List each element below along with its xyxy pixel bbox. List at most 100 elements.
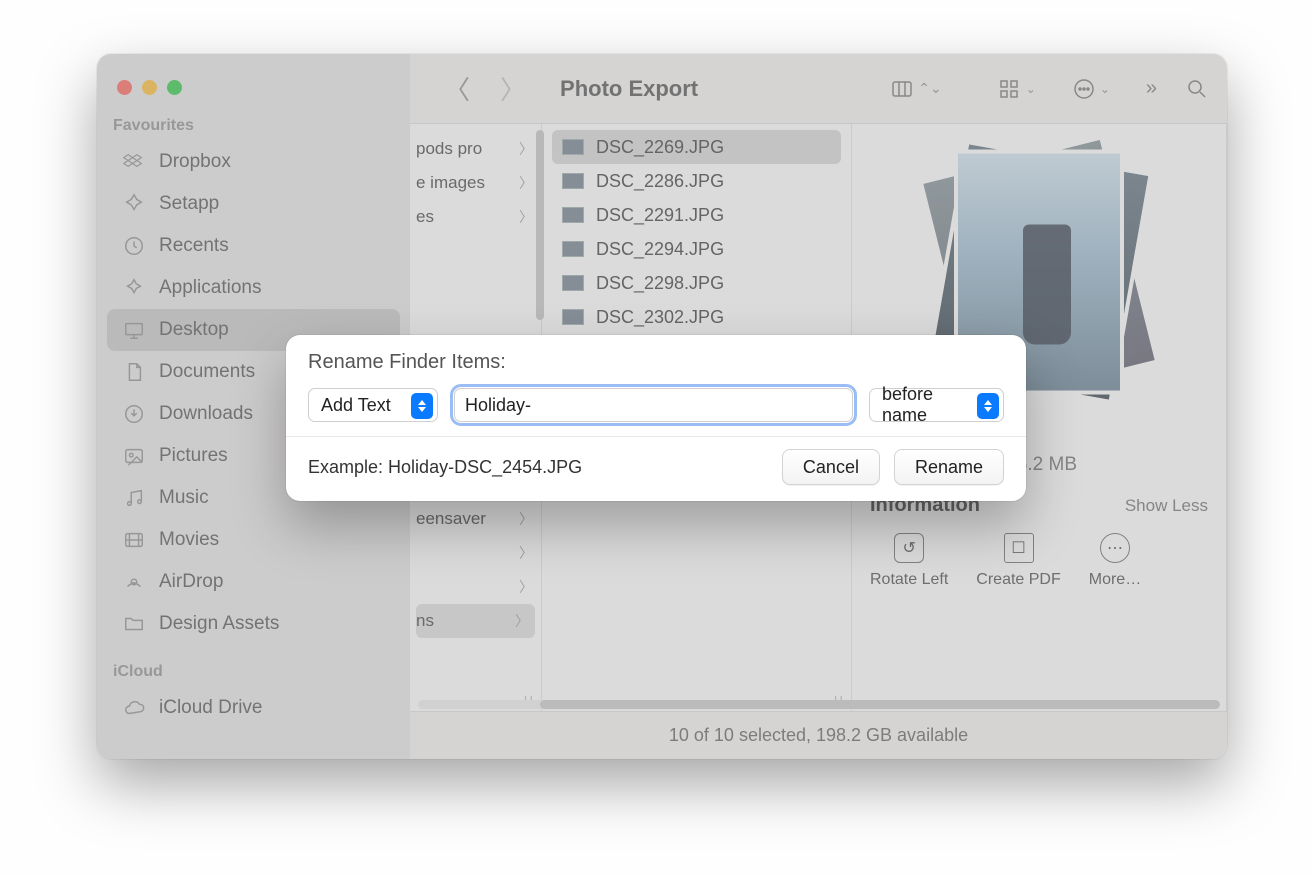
pictures-icon xyxy=(123,445,145,467)
file-name: DSC_2269.JPG xyxy=(596,137,724,158)
folder-icon xyxy=(123,613,145,635)
chevron-right-icon: 〉 xyxy=(515,611,529,631)
sidebar-item-label: Desktop xyxy=(159,319,229,341)
dialog-title: Rename Finder Items: xyxy=(286,335,1026,388)
airdrop-icon xyxy=(123,571,145,593)
chevron-right-icon: 〉 xyxy=(519,577,533,597)
document-icon: ☐ xyxy=(1004,533,1034,563)
rename-dialog: Rename Finder Items: Add Text before nam… xyxy=(286,335,1026,501)
select-value: before name xyxy=(882,384,973,426)
thumbnail-icon xyxy=(562,309,584,325)
file-item[interactable]: DSC_2302.JPG xyxy=(552,300,841,334)
sidebar-item-label: Movies xyxy=(159,529,219,551)
chevron-right-icon: 〉 xyxy=(519,543,533,563)
zoom-window-button[interactable] xyxy=(167,80,182,95)
action-menu-button[interactable]: ⌄ xyxy=(1072,77,1110,101)
sidebar-item-label: Pictures xyxy=(159,445,228,467)
folder-row[interactable]: es〉 xyxy=(410,200,541,234)
downloads-icon xyxy=(123,403,145,425)
thumbnail-icon xyxy=(562,241,584,257)
toolbar-overflow-button[interactable]: » xyxy=(1146,77,1157,100)
show-less-button[interactable]: Show Less xyxy=(1125,496,1208,516)
sidebar-item-label: Dropbox xyxy=(159,151,231,173)
folder-row[interactable]: 〉 xyxy=(410,536,541,570)
rotate-left-icon: ↺ xyxy=(894,533,924,563)
movies-icon xyxy=(123,529,145,551)
sidebar-item-icloud-drive[interactable]: iCloud Drive xyxy=(107,687,400,729)
sidebar-item-recents[interactable]: Recents xyxy=(107,225,400,267)
status-bar: 10 of 10 selected, 198.2 GB available xyxy=(410,711,1227,759)
file-name: DSC_2291.JPG xyxy=(596,205,724,226)
sidebar-section-favourites: Favourites xyxy=(97,109,410,141)
view-columns-button[interactable]: ⌃⌄ xyxy=(890,77,941,101)
sidebar-item-design-assets[interactable]: Design Assets xyxy=(107,603,400,645)
folder-row[interactable]: 〉 xyxy=(410,570,541,604)
file-item[interactable]: DSC_2269.JPG xyxy=(552,130,841,164)
thumbnail-icon xyxy=(562,139,584,155)
file-name: DSC_2286.JPG xyxy=(596,171,724,192)
more-actions[interactable]: ⋯ More… xyxy=(1089,533,1141,589)
file-item[interactable]: DSC_2286.JPG xyxy=(552,164,841,198)
thumbnail-icon xyxy=(562,275,584,291)
chevron-right-icon: 〉 xyxy=(519,173,533,193)
cloud-icon xyxy=(123,697,145,719)
rotate-left-action[interactable]: ↺ Rotate Left xyxy=(870,533,948,589)
sidebar-item-setapp[interactable]: Setapp xyxy=(107,183,400,225)
desktop-icon xyxy=(123,319,145,341)
chevron-down-icon: ⌄ xyxy=(1100,82,1110,96)
folder-row-selected[interactable]: ns〉 xyxy=(416,604,535,638)
chevron-updown-icon xyxy=(977,393,999,419)
minimize-window-button[interactable] xyxy=(142,80,157,95)
chevron-updown-icon: ⌃⌄ xyxy=(918,80,941,97)
sidebar-item-airdrop[interactable]: AirDrop xyxy=(107,561,400,603)
music-icon xyxy=(123,487,145,509)
cancel-button[interactable]: Cancel xyxy=(782,449,880,485)
file-name: DSC_2298.JPG xyxy=(596,273,724,294)
file-item[interactable]: DSC_2298.JPG xyxy=(552,266,841,300)
sidebar-item-label: Applications xyxy=(159,277,261,299)
sidebar-item-label: Setapp xyxy=(159,193,219,215)
folder-row[interactable]: eensaver〉 xyxy=(410,502,541,536)
sidebar-item-label: Design Assets xyxy=(159,613,279,635)
sidebar-item-movies[interactable]: Movies xyxy=(107,519,400,561)
create-pdf-action[interactable]: ☐ Create PDF xyxy=(976,533,1060,589)
rename-mode-select[interactable]: Add Text xyxy=(308,388,438,422)
sidebar-item-dropbox[interactable]: Dropbox xyxy=(107,141,400,183)
chevron-right-icon: 〉 xyxy=(519,509,533,529)
apps-icon xyxy=(123,277,145,299)
scrollbar-thumb[interactable] xyxy=(540,700,1220,709)
search-icon xyxy=(1185,77,1209,101)
chevron-right-icon: 〉 xyxy=(519,207,533,227)
back-button[interactable]: 〈 xyxy=(444,70,470,107)
ellipsis-icon: ⋯ xyxy=(1100,533,1130,563)
documents-icon xyxy=(123,361,145,383)
folder-row[interactable]: pods pro〉 xyxy=(410,132,541,166)
sidebar-item-applications[interactable]: Applications xyxy=(107,267,400,309)
sidebar-section-icloud: iCloud xyxy=(97,655,410,687)
file-name: DSC_2302.JPG xyxy=(596,307,724,328)
folder-row[interactable]: e images〉 xyxy=(410,166,541,200)
file-item[interactable]: DSC_2294.JPG xyxy=(552,232,841,266)
rename-text-input[interactable] xyxy=(454,388,853,422)
select-value: Add Text xyxy=(321,395,391,416)
forward-button[interactable]: 〉 xyxy=(500,70,526,107)
group-by-button[interactable]: ⌄ xyxy=(998,77,1036,101)
sidebar-item-label: Music xyxy=(159,487,209,509)
chevrons-right-icon: » xyxy=(1146,77,1157,100)
chevron-right-icon: 〉 xyxy=(519,139,533,159)
chevron-updown-icon xyxy=(411,393,433,419)
horizontal-scrollbar[interactable] xyxy=(410,699,1227,711)
close-window-button[interactable] xyxy=(117,80,132,95)
toolbar: 〈 〉 Photo Export ⌃⌄ ⌄ ⌄ » xyxy=(410,54,1227,124)
thumbnail-icon xyxy=(562,207,584,223)
window-controls xyxy=(97,68,410,109)
file-item[interactable]: DSC_2291.JPG xyxy=(552,198,841,232)
file-name: DSC_2294.JPG xyxy=(596,239,724,260)
window-title: Photo Export xyxy=(560,76,698,102)
dropbox-icon xyxy=(123,151,145,173)
setapp-icon xyxy=(123,193,145,215)
rename-button[interactable]: Rename xyxy=(894,449,1004,485)
search-button[interactable] xyxy=(1185,77,1209,101)
sidebar-item-label: AirDrop xyxy=(159,571,223,593)
position-select[interactable]: before name xyxy=(869,388,1004,422)
